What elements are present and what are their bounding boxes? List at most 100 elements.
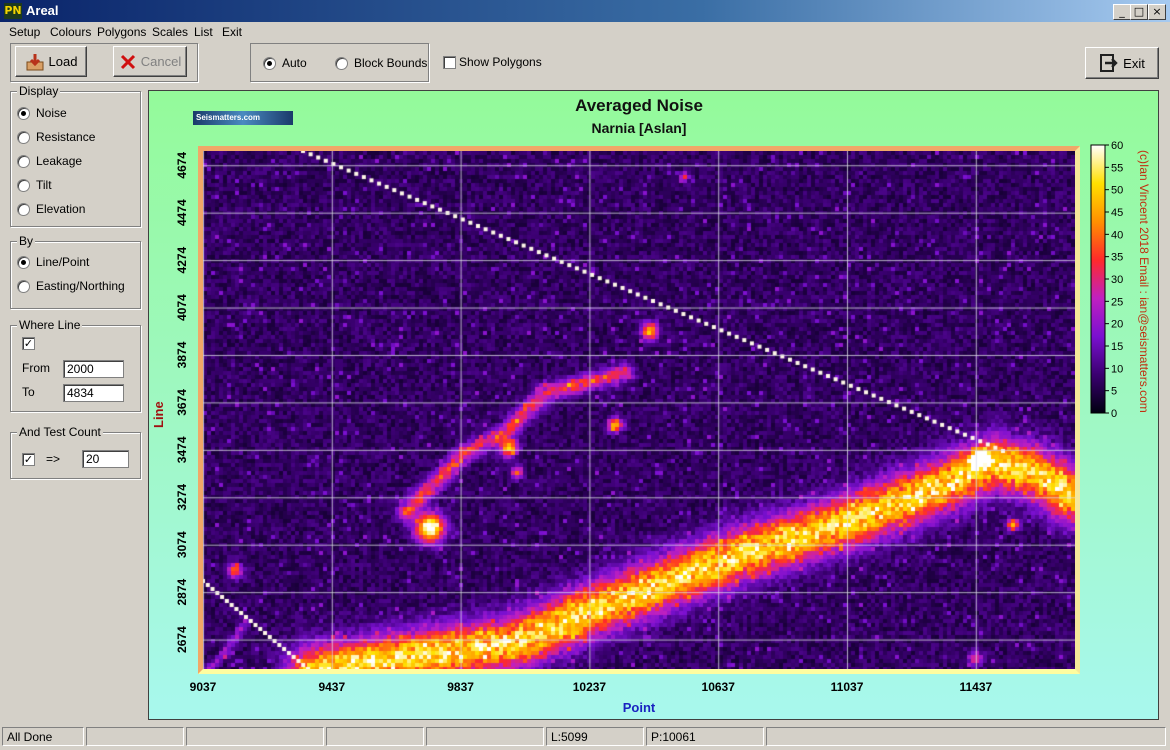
colorbar-tick-label: 10 (1111, 363, 1123, 375)
status-message: All Done (2, 727, 84, 746)
show-polygons-label: Show Polygons (459, 55, 542, 69)
test-count-input[interactable]: 20 (82, 450, 129, 468)
x-tick-label: 10637 (702, 680, 736, 694)
by-line-point-radio[interactable]: Line/Point (17, 255, 89, 269)
close-button[interactable]: × (1148, 4, 1166, 20)
display-resistance-radio[interactable]: Resistance (17, 130, 95, 144)
exit-icon (1100, 54, 1118, 72)
app-logo-icon: PN (4, 3, 22, 19)
menu-setup[interactable]: Setup (9, 25, 40, 39)
display-noise-dot[interactable] (17, 106, 30, 120)
x-tick-label: 9437 (318, 680, 345, 694)
display-tilt-dot[interactable] (17, 178, 30, 192)
block-bounds-label: Block Bounds (354, 56, 428, 70)
by-easting-northing-radio[interactable]: Easting/Northing (17, 279, 125, 293)
auto-radio-dot[interactable] (263, 56, 276, 70)
y-tick-label: 4074 (175, 294, 189, 321)
status-cell-3 (186, 727, 324, 746)
display-resistance-label: Resistance (36, 130, 96, 144)
block-bounds-radio[interactable]: Block Bounds (335, 56, 427, 70)
show-polygons-checkbox[interactable] (443, 56, 456, 69)
x-tick-label: 9837 (447, 680, 474, 694)
cancel-label: Cancel (140, 54, 182, 69)
display-noise-radio[interactable]: Noise (17, 106, 67, 120)
colorbar-tick-label: 45 (1111, 207, 1123, 219)
status-point: P:10061 (646, 727, 764, 746)
test-count-operator: => (46, 452, 61, 466)
colorbar-tick-label: 5 (1111, 386, 1117, 398)
colorbar-tick-label: 0 (1111, 408, 1117, 420)
test-count-checkbox[interactable]: ✓ (22, 453, 35, 466)
by-easting-northing-dot[interactable] (17, 279, 30, 293)
menu-colours[interactable]: Colours (50, 25, 91, 39)
maximize-button[interactable]: □ (1130, 4, 1148, 20)
display-noise-label: Noise (36, 106, 67, 120)
y-tick-label: 3474 (175, 436, 189, 463)
display-resistance-dot[interactable] (17, 130, 30, 144)
colorbar-tick-label: 35 (1111, 252, 1123, 264)
y-tick-label: 4674 (175, 152, 189, 179)
menu-polygons[interactable]: Polygons (97, 25, 146, 39)
auto-label: Auto (282, 56, 307, 70)
display-leakage-dot[interactable] (17, 154, 30, 168)
display-group-label: Display (17, 84, 61, 98)
by-line-point-dot[interactable] (17, 255, 30, 269)
load-icon (26, 53, 44, 70)
colorbar (1090, 144, 1106, 414)
x-axis-label: Point (622, 700, 656, 715)
status-cell-4 (326, 727, 424, 746)
exit-label: Exit (1123, 55, 1145, 71)
menu-exit[interactable]: Exit (222, 25, 242, 39)
load-button[interactable]: Load (15, 46, 87, 77)
exit-button[interactable]: Exit (1085, 47, 1159, 79)
colorbar-tick-label: 15 (1111, 341, 1123, 353)
cancel-icon (120, 54, 135, 69)
display-elevation-radio[interactable]: Elevation (17, 202, 85, 216)
colorbar-tick-label: 30 (1111, 274, 1123, 286)
colorbar-tick-label: 55 (1111, 162, 1123, 174)
menu-bar: Setup Colours Polygons Scales List Exit (0, 22, 1170, 42)
y-tick-label: 2674 (175, 626, 189, 653)
load-label: Load (48, 54, 78, 69)
display-elevation-dot[interactable] (17, 202, 30, 216)
x-tick-label: 11437 (959, 680, 992, 694)
status-bar: All Done L:5099 P:10061 (0, 724, 1170, 750)
menu-list[interactable]: List (194, 25, 213, 39)
y-tick-label: 3074 (175, 531, 189, 558)
colorbar-tick-label: 60 (1111, 140, 1123, 152)
by-group: By (10, 234, 141, 309)
x-tick-label: 9037 (190, 680, 217, 694)
colorbar-tick-label: 20 (1111, 319, 1123, 331)
colorbar-tick-label: 40 (1111, 229, 1123, 241)
test-count-label: And Test Count (17, 425, 103, 439)
colorbar-tick-label: 50 (1111, 185, 1123, 197)
from-label: From (22, 361, 50, 375)
to-label: To (22, 385, 35, 399)
where-line-checkbox[interactable]: ✓ (22, 337, 35, 350)
window-title: Areal (26, 3, 59, 18)
by-group-label: By (17, 234, 36, 248)
heatmap-axes: 9037 9437 9837 10237 10637 11037 11437 2674 2874… (175, 140, 1123, 694)
colorbar-tick-label: 25 (1111, 296, 1123, 308)
status-line: L:5099 (546, 727, 644, 746)
menu-scales[interactable]: Scales (152, 25, 188, 39)
by-easting-northing-label: Easting/Northing (36, 279, 125, 293)
x-tick-label: 10237 (573, 680, 607, 694)
display-tilt-label: Tilt (36, 178, 52, 192)
copyright-credit: (c)Ian Vincent 2018 Email : ian@seismatt… (1137, 150, 1151, 413)
y-tick-label: 2874 (175, 578, 189, 605)
y-tick-label: 4274 (175, 246, 189, 273)
display-leakage-label: Leakage (36, 154, 83, 168)
minimize-button[interactable]: _ (1113, 4, 1131, 20)
display-tilt-radio[interactable]: Tilt (17, 178, 52, 192)
status-cell-2 (86, 727, 184, 746)
to-input[interactable]: 4834 (63, 384, 124, 402)
where-line-label: Where Line (17, 318, 83, 332)
from-input[interactable]: 2000 (63, 360, 124, 378)
auto-radio[interactable]: Auto (263, 56, 307, 70)
cancel-button[interactable]: Cancel (113, 46, 187, 77)
block-bounds-radio-dot[interactable] (335, 56, 348, 70)
display-leakage-radio[interactable]: Leakage (17, 154, 82, 168)
status-cell-5 (426, 727, 544, 746)
status-cell-8 (766, 727, 1166, 746)
